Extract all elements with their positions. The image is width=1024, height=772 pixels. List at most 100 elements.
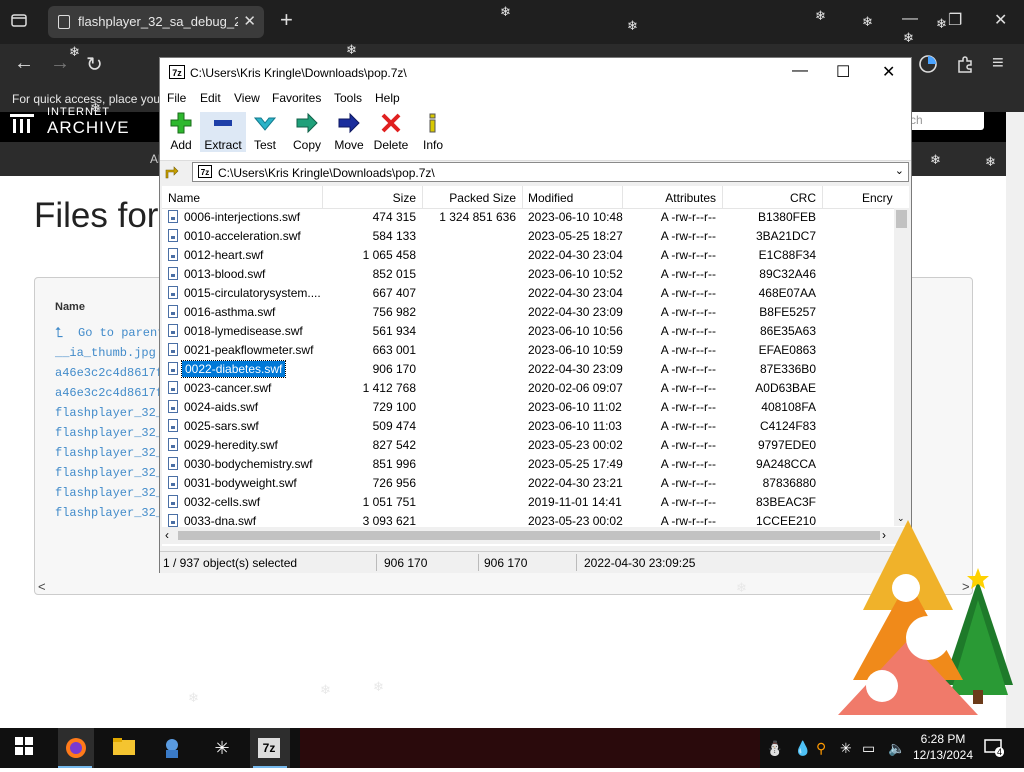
browser-minimize-button[interactable]: — — [902, 10, 918, 28]
file-row[interactable]: 0031-bodyweight.swf 726 956 2022-04-30 23:… — [162, 474, 902, 493]
file-row[interactable]: 0012-heart.swf 1 065 458 2022-04-30 23:04 A… — [162, 246, 902, 265]
file-row[interactable]: 0023-cancer.swf 1 412 768 2020-02-06 09:07… — [162, 379, 902, 398]
browser-menu-icon[interactable]: ≡ — [992, 52, 1004, 75]
window-title: C:\Users\Kris Kringle\Downloads\pop.7z\ — [190, 66, 407, 80]
file-row[interactable]: 0013-blood.swf 852 015 2023-06-10 10:52 A -… — [162, 265, 902, 284]
files-name-header[interactable]: Name — [55, 301, 85, 313]
file-row[interactable]: 0015-circulatorysystem.... 667 407 2022-04… — [162, 284, 902, 303]
tray-app-icon[interactable]: ⛄ — [766, 740, 783, 757]
col-encrypted[interactable]: Encry — [862, 191, 893, 205]
status-packed: 906 170 — [484, 556, 528, 570]
file-link[interactable]: a46e3c2c4d8617f — [55, 386, 163, 400]
page-hscroll-left[interactable]: < — [38, 579, 46, 594]
col-name[interactable]: Name — [168, 191, 200, 205]
file-name: 0033-dna.swf — [184, 514, 257, 528]
snowflake-decoration: ❄ — [500, 4, 511, 19]
app-icon[interactable] — [160, 736, 184, 760]
column-separator[interactable] — [522, 186, 523, 208]
col-modified[interactable]: Modified — [528, 191, 573, 205]
list-horizontal-scrollbar[interactable]: ‹ › — [162, 527, 909, 544]
tray-sparkle-icon[interactable]: ✳ — [840, 740, 852, 757]
file-row[interactable]: 0029-heredity.swf 827 542 2023-05-23 00:02… — [162, 436, 902, 455]
sevenzip-taskbar-icon[interactable]: 7z — [258, 738, 280, 758]
test-button[interactable]: Test — [242, 112, 288, 152]
archive-icon: 7z — [198, 165, 212, 178]
copy-button[interactable]: Copy — [284, 112, 330, 152]
move-button[interactable]: Move — [326, 112, 372, 152]
file-explorer-icon[interactable] — [112, 736, 136, 760]
file-row[interactable]: 0022-diabetes.swf 906 170 2022-04-30 23:09… — [162, 360, 902, 379]
back-button[interactable]: ← — [14, 52, 34, 75]
firefox-icon[interactable] — [64, 736, 88, 760]
extract-icon — [200, 112, 246, 136]
file-row[interactable]: 0024-aids.swf 729 100 2023-06-10 11:02 A -r… — [162, 398, 902, 417]
site-search-input[interactable]: ch — [906, 112, 984, 130]
file-modified: 2023-06-10 10:56 — [528, 324, 623, 338]
col-packed-size[interactable]: Packed Size — [422, 191, 516, 205]
file-row[interactable]: 0025-sars.swf 509 474 2023-06-10 11:03 A -r… — [162, 417, 902, 436]
file-link[interactable]: flashplayer_32_ — [55, 466, 163, 480]
col-size[interactable]: Size — [322, 191, 416, 205]
file-link[interactable]: __ia_thumb.jpg — [55, 346, 156, 360]
column-separator[interactable] — [822, 186, 823, 208]
file-link[interactable]: flashplayer_32_ — [55, 486, 163, 500]
file-link[interactable]: flashplayer_32_ — [55, 446, 163, 460]
col-attributes[interactable]: Attributes — [622, 191, 716, 205]
forward-button[interactable]: → — [50, 52, 70, 75]
browser-close-button[interactable]: ✕ — [994, 10, 1007, 30]
menu-favorites[interactable]: Favorites — [272, 91, 321, 105]
scroll-left-icon[interactable]: ‹ — [165, 528, 169, 542]
folder-up-icon[interactable] — [164, 164, 180, 183]
file-link[interactable]: Go to parent — [78, 326, 164, 340]
sevenzip-maximize-button[interactable]: ☐ — [836, 62, 850, 82]
file-row[interactable]: 0006-interjections.swf 474 315 1 324 851 6… — [162, 208, 902, 227]
tray-search-icon[interactable]: ⚲ — [816, 740, 826, 757]
file-row[interactable]: 0021-peakflowmeter.swf 663 001 2023-06-10 … — [162, 341, 902, 360]
file-row[interactable]: 0032-cells.swf 1 051 751 2019-11-01 14:41 A… — [162, 493, 902, 512]
add-button[interactable]: Add — [158, 112, 204, 152]
file-row[interactable]: 0010-acceleration.swf 584 133 2023-05-25 1… — [162, 227, 902, 246]
menu-edit[interactable]: Edit — [200, 91, 221, 105]
file-link[interactable]: flashplayer_32_ — [55, 406, 163, 420]
reload-button[interactable]: ↻ — [86, 52, 103, 77]
tab-close-icon[interactable]: ✕ — [243, 12, 256, 30]
extract-button[interactable]: Extract — [200, 112, 246, 152]
tray-drop-icon[interactable]: 💧 — [794, 740, 811, 757]
browser-restore-button[interactable]: ❐ — [948, 10, 962, 30]
list-vertical-scrollbar[interactable]: ⌄ — [894, 208, 909, 526]
start-button[interactable] — [12, 736, 36, 760]
snowflake-decoration: ❄ — [936, 16, 947, 31]
menu-tools[interactable]: Tools — [334, 91, 362, 105]
volume-icon[interactable]: 🔈 — [888, 740, 905, 757]
tray-network-icon[interactable]: ▭ — [862, 740, 875, 757]
delete-button[interactable]: Delete — [368, 112, 414, 152]
info-button[interactable]: Info — [410, 112, 456, 152]
extensions-icon[interactable] — [956, 55, 974, 73]
sparkle-app-icon[interactable]: ✳ — [210, 736, 234, 760]
sevenzip-titlebar[interactable]: 7z C:\Users\Kris Kringle\Downloads\pop.7… — [160, 58, 911, 88]
path-input[interactable]: 7z C:\Users\Kris Kringle\Downloads\pop.7… — [192, 162, 909, 182]
scroll-thumb[interactable] — [896, 210, 907, 228]
new-tab-button[interactable]: + — [280, 9, 293, 31]
sevenzip-minimize-button[interactable]: — — [792, 62, 808, 80]
menu-file[interactable]: File — [167, 91, 186, 105]
browser-tab-active[interactable]: flashplayer_32_sa_debug_2.dire ✕ — [48, 6, 264, 38]
sevenzip-close-button[interactable]: ✕ — [882, 62, 895, 82]
scroll-thumb[interactable] — [178, 531, 880, 540]
file-name: 0018-lymedisease.swf — [184, 324, 303, 338]
file-link[interactable]: a46e3c2c4d8617f — [55, 366, 163, 380]
account-icon[interactable] — [918, 54, 938, 74]
file-link[interactable]: flashplayer_32_ — [55, 426, 163, 440]
file-link[interactable]: flashplayer_32_ — [55, 506, 163, 520]
chevron-down-icon[interactable]: ⌄ — [895, 164, 904, 177]
file-row[interactable]: 0018-lymedisease.swf 561 934 2023-06-10 10… — [162, 322, 902, 341]
tab-list-icon[interactable] — [10, 12, 28, 28]
menu-view[interactable]: View — [234, 91, 260, 105]
menu-help[interactable]: Help — [375, 91, 400, 105]
taskbar-clock[interactable]: 6:28 PM 12/13/2024 — [912, 731, 974, 763]
parent-arrow-icon: ⮤ — [55, 324, 64, 340]
col-crc[interactable]: CRC — [722, 191, 816, 205]
notification-icon[interactable]: 4 — [984, 738, 1005, 758]
file-row[interactable]: 0030-bodychemistry.swf 851 996 2023-05-25 … — [162, 455, 902, 474]
file-row[interactable]: 0016-asthma.swf 756 982 2022-04-30 23:09 A … — [162, 303, 902, 322]
